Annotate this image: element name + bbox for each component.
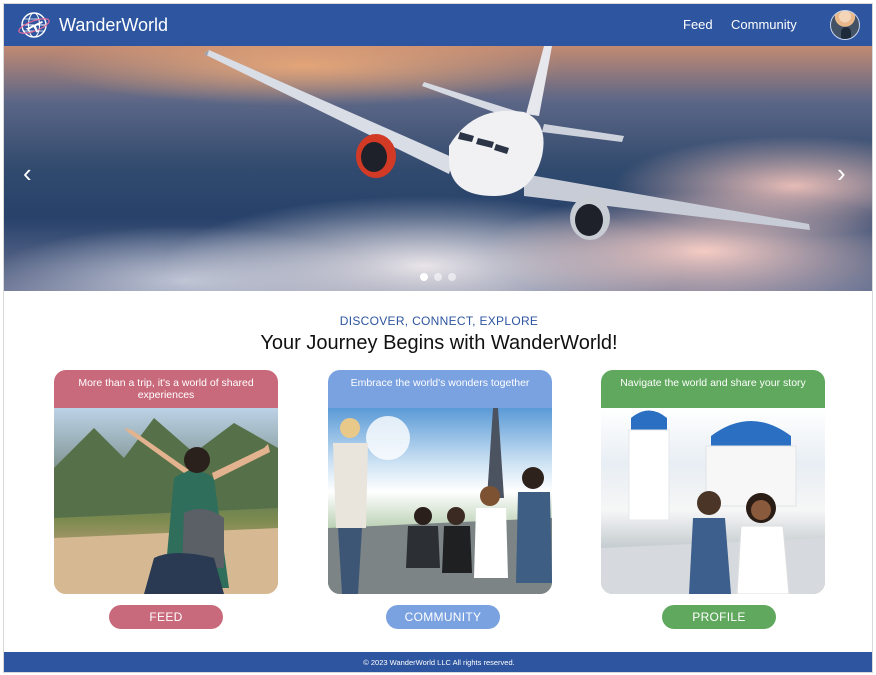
hero-carousel: ‹ › [4, 46, 872, 291]
carousel-indicators [420, 273, 456, 281]
profile-button[interactable]: PROFILE [662, 605, 776, 629]
user-avatar[interactable] [830, 10, 860, 40]
footer: © 2023 WanderWorld LLC All rights reserv… [4, 652, 872, 672]
footer-copyright: © 2023 WanderWorld LLC All rights reserv… [363, 658, 515, 667]
carousel-dot-2[interactable] [434, 273, 442, 281]
community-button[interactable]: COMMUNITY [386, 605, 500, 629]
page: WanderWorld Feed Community ‹ › DISCOVER,… [3, 3, 873, 673]
feed-button[interactable]: FEED [109, 605, 223, 629]
carousel-prev-button[interactable]: ‹ [23, 158, 32, 189]
nav-community-link[interactable]: Community [731, 17, 797, 32]
globe-airplane-icon[interactable] [18, 10, 50, 40]
carousel-dot-1[interactable] [420, 273, 428, 281]
nav-feed-link[interactable]: Feed [683, 17, 713, 32]
profile-card-caption: Navigate the world and share your story [601, 370, 825, 408]
brand-name[interactable]: WanderWorld [59, 15, 168, 36]
carousel-next-button[interactable]: › [837, 158, 846, 189]
community-card-caption: Embrace the world's wonders together [328, 370, 552, 408]
hero-airplane-image [204, 46, 810, 240]
carousel-dot-3[interactable] [448, 273, 456, 281]
community-card[interactable]: Embrace the world's wonders together [328, 370, 552, 594]
top-nav-bar: WanderWorld Feed Community [4, 4, 872, 46]
feed-card-image [54, 408, 278, 594]
profile-card[interactable]: Navigate the world and share your story [601, 370, 825, 594]
section-headline: Your Journey Begins with WanderWorld! [260, 332, 618, 354]
community-card-image [328, 408, 552, 594]
section-tagline: DISCOVER, CONNECT, EXPLORE [339, 314, 539, 328]
profile-card-image [601, 408, 825, 594]
feed-card[interactable]: More than a trip, it's a world of shared… [54, 370, 278, 594]
feed-card-caption: More than a trip, it's a world of shared… [54, 370, 278, 408]
